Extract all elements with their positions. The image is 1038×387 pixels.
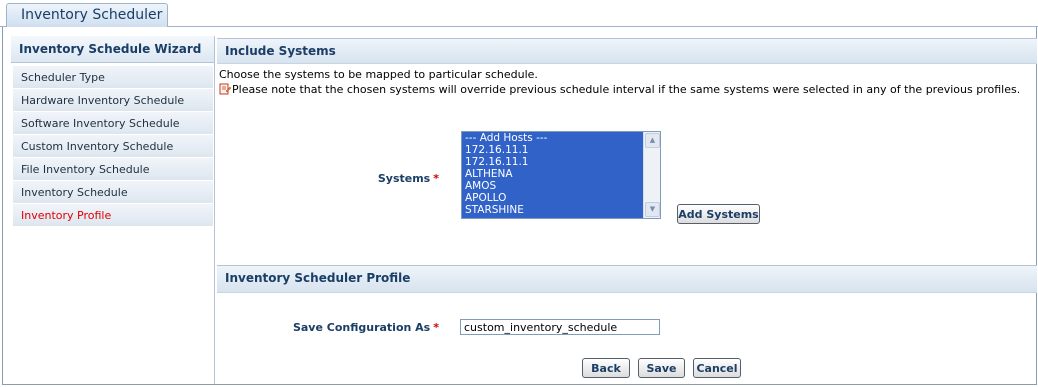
systems-label: Systems * bbox=[367, 172, 439, 185]
system-option[interactable]: ALTHENA bbox=[462, 168, 643, 180]
cancel-button[interactable]: Cancel bbox=[693, 358, 741, 378]
system-option[interactable]: 172.16.11.1 bbox=[462, 156, 643, 168]
nav-item-scheduler-type[interactable]: Scheduler Type bbox=[13, 66, 213, 89]
nav-item-hardware-inventory-schedule[interactable]: Hardware Inventory Schedule bbox=[13, 89, 213, 112]
tab-bar: Inventory Scheduler bbox=[0, 0, 1038, 27]
back-button[interactable]: Back bbox=[582, 358, 630, 378]
nav-item-inventory-schedule[interactable]: Inventory Schedule bbox=[13, 181, 213, 204]
save-as-label: Save Configuration As * bbox=[277, 321, 439, 334]
wizard-nav: Scheduler Type Hardware Inventory Schedu… bbox=[13, 66, 213, 227]
include-systems-description: Choose the systems to be mapped to parti… bbox=[219, 68, 538, 81]
include-systems-heading: Include Systems bbox=[217, 38, 1037, 64]
systems-label-text: Systems bbox=[377, 172, 431, 185]
save-as-required-mark: * bbox=[433, 321, 439, 334]
system-option[interactable]: 172.16.11.1 bbox=[462, 144, 643, 156]
scroll-up-icon[interactable]: ▲ bbox=[645, 133, 660, 148]
system-option[interactable]: --- Add Hosts --- bbox=[462, 132, 643, 144]
wizard-sidebar: Inventory Schedule Wizard Scheduler Type… bbox=[11, 36, 215, 384]
tab-inventory-scheduler[interactable]: Inventory Scheduler bbox=[6, 3, 168, 27]
save-as-label-text: Save Configuration As bbox=[292, 321, 431, 334]
save-button[interactable]: Save bbox=[638, 358, 685, 378]
nav-item-software-inventory-schedule[interactable]: Software Inventory Schedule bbox=[13, 112, 213, 135]
system-option[interactable]: STARSHINE bbox=[462, 204, 643, 216]
system-option[interactable]: AMOS bbox=[462, 180, 643, 192]
scroll-down-icon[interactable]: ▼ bbox=[645, 202, 660, 217]
nav-item-custom-inventory-schedule[interactable]: Custom Inventory Schedule bbox=[13, 135, 213, 158]
systems-list-items: --- Add Hosts --- 172.16.11.1 172.16.11.… bbox=[462, 132, 643, 218]
system-option[interactable]: APOLLO bbox=[462, 192, 643, 204]
note-icon bbox=[219, 83, 231, 95]
systems-listbox[interactable]: --- Add Hosts --- 172.16.11.1 172.16.11.… bbox=[461, 131, 661, 219]
systems-required-mark: * bbox=[433, 172, 439, 185]
profile-heading: Inventory Scheduler Profile bbox=[217, 265, 1037, 293]
systems-scrollbar[interactable]: ▲ ▼ bbox=[643, 132, 660, 218]
nav-item-file-inventory-schedule[interactable]: File Inventory Schedule bbox=[13, 158, 213, 181]
include-systems-note: Please note that the chosen systems will… bbox=[219, 83, 1020, 96]
save-configuration-input[interactable] bbox=[460, 319, 660, 335]
content-frame: Inventory Schedule Wizard Scheduler Type… bbox=[2, 27, 1037, 385]
note-text: Please note that the chosen systems will… bbox=[232, 83, 1021, 96]
add-systems-button[interactable]: Add Systems bbox=[677, 204, 760, 224]
main-panel: Include Systems Choose the systems to be… bbox=[217, 36, 1037, 384]
wizard-title: Inventory Schedule Wizard bbox=[11, 36, 214, 63]
nav-item-inventory-profile[interactable]: Inventory Profile bbox=[13, 204, 213, 227]
